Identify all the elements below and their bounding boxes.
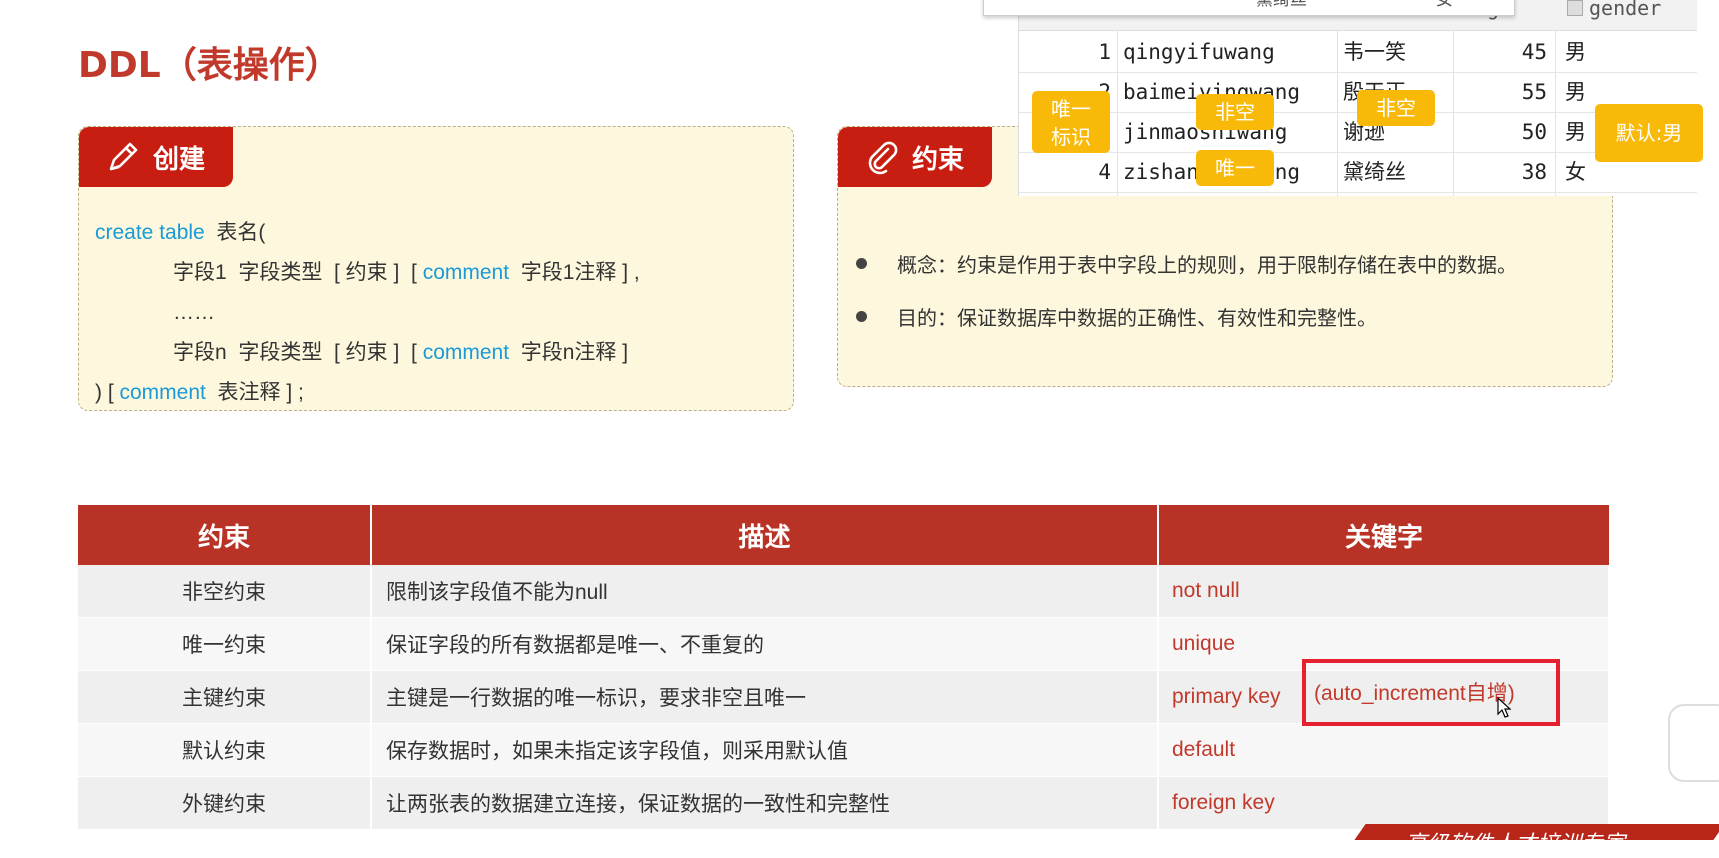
bullet-dot — [856, 311, 867, 322]
cell-gender: 女 — [1565, 160, 1586, 184]
syntax-text: 字段1 字段类型 [ 约束 ] [ — [173, 261, 423, 284]
cell-keyword: default — [1158, 723, 1610, 777]
cell-age: 45 — [1521, 40, 1547, 64]
cell-constraint-name: 默认约束 — [78, 723, 372, 777]
cell-id: 1 — [1098, 40, 1111, 64]
create-tag: 创建 — [79, 127, 234, 187]
highlight-text: (auto_increment自增) — [1314, 682, 1515, 705]
syntax-text: 表名( — [204, 221, 266, 244]
header-description: 描述 — [371, 505, 1159, 565]
db-tooltip-strip: 4 zishan 黛绮丝 38 女 — [983, 0, 1515, 16]
keyword-create-table: create table — [95, 221, 205, 244]
syntax-text: 字段1注释 ] , — [509, 261, 640, 284]
bullet-item: 概念：约束是作用于表中字段上的规则，用于限制存储在表中的数据。 — [854, 237, 1517, 290]
cell-age: 50 — [1521, 120, 1547, 144]
create-syntax: create table 表名( 字段1 字段类型 [ 约束 ] [ comme… — [95, 213, 640, 413]
create-label: 创建 — [153, 144, 206, 175]
syntax-text: 字段n 字段类型 [ 约束 ] [ — [173, 341, 423, 364]
cell-constraint-name: 外键约束 — [78, 776, 372, 830]
header-gender[interactable]: gender — [1567, 0, 1661, 20]
syntax-text: 字段n注释 ] — [509, 341, 629, 364]
cell-description: 主键是一行数据的唯一标识，要求非空且唯一 — [371, 670, 1159, 724]
keyword-comment: comment — [422, 261, 510, 284]
tag-default-male: 默认:男 — [1595, 104, 1703, 162]
keyword-comment: comment — [119, 381, 206, 404]
cell-keyword: foreign key — [1158, 776, 1610, 830]
bullet-item: 目的：保证数据库中数据的正确性、有效性和完整性。 — [854, 290, 1517, 343]
cell-gender: 男 — [1565, 120, 1586, 144]
cell-gender: 男 — [1565, 40, 1586, 64]
cell-name: 韦一笑 — [1343, 40, 1406, 64]
footer-text: 高级软件人才培训专家 — [1405, 832, 1626, 857]
syntax-text: ) [ — [95, 381, 120, 404]
tag-not-null-name: 非空 — [1357, 90, 1435, 126]
paperclip-icon — [868, 141, 898, 175]
cell-constraint-name: 非空约束 — [78, 565, 372, 618]
tag-unique-username: 唯一 — [1196, 150, 1274, 186]
syntax-text: 表注释 ] ; — [205, 381, 304, 404]
tag-not-null-username: 非空 — [1196, 94, 1274, 130]
constraint-label: 约束 — [912, 144, 965, 175]
strip-gender: 女 — [1436, 0, 1453, 10]
cell-constraint-name: 唯一约束 — [78, 617, 372, 671]
cell-gender: 男 — [1565, 80, 1586, 104]
db-row[interactable]: 1 qingyifuwang 韦一笑 45 男 — [1019, 32, 1697, 73]
table-row: 非空约束 限制该字段值不能为null not null — [78, 565, 1610, 618]
cell-id: 4 — [1098, 160, 1111, 184]
strip-id: 4 — [1044, 0, 1054, 5]
bullet-dot — [856, 258, 867, 269]
header-constraint: 约束 — [78, 505, 372, 565]
side-panel-button[interactable] — [1668, 704, 1719, 782]
syntax-line-3: …… — [173, 301, 215, 324]
strip-name: 黛绮丝 — [1256, 0, 1307, 10]
cell-name: 黛绮丝 — [1343, 160, 1406, 184]
auto-increment-highlight: (auto_increment自增) — [1302, 659, 1560, 726]
syntax-line-4: 字段n 字段类型 [ 约束 ] [ comment 字段n注释 ] — [95, 333, 640, 373]
table-row: 默认约束 保存数据时，如果未指定该字段值，则采用默认值 default — [78, 723, 1610, 777]
strip-username: zishan — [1064, 0, 1125, 5]
syntax-line-5: ) [ comment 表注释 ] ; — [95, 373, 640, 413]
column-icon — [1567, 0, 1583, 16]
tag-unique-id: 唯一 标识 — [1032, 91, 1110, 153]
keyword-comment: comment — [422, 341, 510, 364]
cell-age: 38 — [1521, 160, 1547, 184]
header-label: gender — [1589, 0, 1662, 20]
cell-description: 保证字段的所有数据都是唯一、不重复的 — [371, 617, 1159, 671]
page-title: DDL（表操作） — [78, 45, 341, 86]
cell-age: 55 — [1521, 80, 1547, 104]
create-panel: 创建 create table 表名( 字段1 字段类型 [ 约束 ] [ co… — [78, 126, 794, 411]
table-row: 外键约束 让两张表的数据建立连接，保证数据的一致性和完整性 foreign ke… — [78, 776, 1610, 830]
cell-description: 保存数据时，如果未指定该字段值，则采用默认值 — [371, 723, 1159, 777]
cell-constraint-name: 主键约束 — [78, 670, 372, 724]
constraint-tag: 约束 — [838, 127, 993, 187]
pencil-icon — [109, 142, 138, 171]
table-header-row: 约束 描述 关键字 — [78, 505, 1609, 565]
header-keyword: 关键字 — [1158, 505, 1609, 565]
mouse-cursor-icon — [1497, 697, 1512, 718]
cell-description: 限制该字段值不能为null — [371, 565, 1159, 618]
cell-username: qingyifuwang — [1123, 40, 1275, 64]
syntax-line-2: 字段1 字段类型 [ 约束 ] [ comment 字段1注释 ] , — [95, 253, 640, 293]
cell-description: 让两张表的数据建立连接，保证数据的一致性和完整性 — [371, 776, 1159, 830]
cell-keyword: not null — [1158, 565, 1610, 618]
strip-age: 38 — [1404, 0, 1424, 5]
syntax-line-1: create table 表名( — [95, 213, 640, 253]
bullet-text: 概念：约束是作用于表中字段上的规则，用于限制存储在表中的数据。 — [897, 255, 1517, 277]
bullet-text: 目的：保证数据库中数据的正确性、有效性和完整性。 — [897, 308, 1377, 330]
constraint-bullets: 概念：约束是作用于表中字段上的规则，用于限制存储在表中的数据。 目的：保证数据库… — [854, 237, 1517, 343]
